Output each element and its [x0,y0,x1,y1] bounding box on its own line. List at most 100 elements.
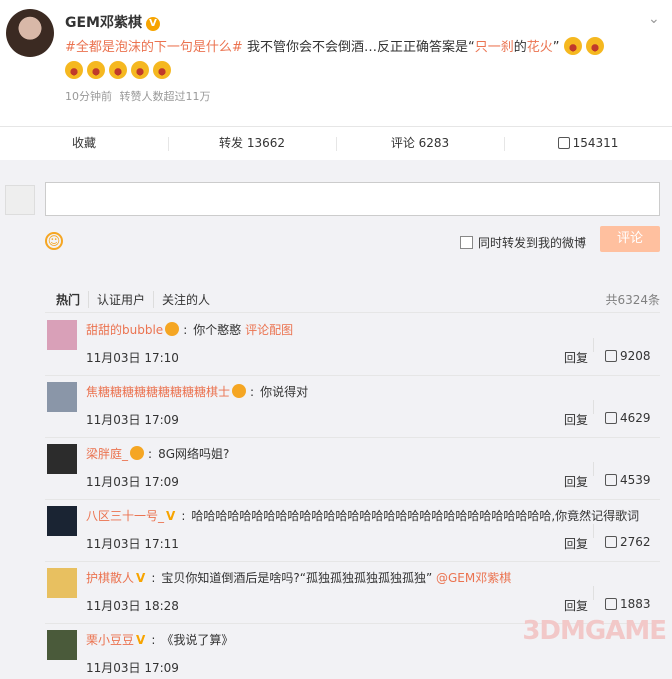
like-count: 154311 [572,136,619,150]
fan-badge-icon [232,384,247,398]
comment-text: 8G网络吗姐? [158,447,230,461]
comment-time: 11月03日 17:09 [86,661,179,675]
comment-text: 你说得对 [260,385,309,399]
vip-badge-icon: V [166,509,176,523]
comment-label: 评论 6283 [390,136,450,150]
repost-button[interactable]: 转发 13662 [168,127,336,160]
comment-like-count: 9208 [620,349,651,363]
commenter-avatar[interactable] [47,320,77,350]
reply-button[interactable]: 回复 [564,473,588,490]
commenter-name[interactable]: 八区三十一号_ [86,509,164,523]
comment-like-count: 4629 [620,411,651,425]
comment-image-link[interactable]: 评论配图 [245,323,293,337]
comment-item: 梁胖庭_:8G网络吗姐? 11月03日 17:09 回复 4539 [45,438,660,500]
repost-note: 转赞人数超过11万 [119,90,211,103]
comment-like-count: 1883 [620,597,651,611]
smiley-icon[interactable]: ☺ [45,232,63,250]
comment-item: 护棋散人 V: 宝贝你知道倒酒后是啥吗?“孤独孤独孤独孤独孤独” @GEM邓紫棋 1… [45,562,660,624]
tab-hot[interactable]: 热门 [56,291,90,308]
comment-line: 护棋散人 V: 宝贝你知道倒酒后是啥吗?“孤独孤独孤独孤独孤独” @GEM邓紫棋 [86,571,512,585]
tab-following[interactable]: 关注的人 [162,291,218,308]
comment-line: 焦糖糖糖糖糖糖糖糖糖棋士: 你说得对 [86,384,309,399]
thumbs-up-icon [557,137,570,149]
commenter-name[interactable]: 梁胖庭_ [86,447,128,461]
post-text-quote-open: “ [467,40,475,55]
commenter-name[interactable]: 甜甜的bubble [86,323,163,337]
comment-item: 焦糖糖糖糖糖糖糖糖糖棋士: 你说得对 11月03日 17:09 回复 4629 [45,376,660,438]
weibo-post: GEM邓紫棋 V ⌄ #全都是泡沫的下一句是什么# 我不管你会不会倒酒…反正正确答… [0,0,672,126]
fan-badge-icon [130,446,145,460]
author-name-text[interactable]: GEM邓紫棋 [65,15,142,31]
reply-button[interactable]: 回复 [564,597,588,614]
commenter-name[interactable]: 护棋散人 [86,571,134,585]
comment-like-count: 4539 [620,473,651,487]
post-text-highlight-2: 花火 [526,40,553,55]
comment-time: 11月03日 17:09 [86,475,179,489]
chevron-down-icon[interactable]: ⌄ [648,12,664,28]
vip-badge-icon: V [136,633,146,647]
comment-text: 你个憨憨 [193,323,242,337]
reply-button[interactable]: 回复 [564,535,588,552]
comment-like-button[interactable]: 4629 [593,400,651,425]
comment-time: 11月03日 17:10 [86,351,179,365]
comment-time: 11月03日 17:09 [86,413,179,427]
commenter-avatar[interactable] [47,444,77,474]
divider [45,312,660,313]
comment-text: 宝贝你知道倒酒后是啥吗?“孤独孤独孤独孤独孤独” [161,571,433,585]
vip-badge-icon: V [136,571,146,585]
laughing-emoji-icon [585,37,604,55]
thumbs-up-icon [605,536,617,548]
tab-verified[interactable]: 认证用户 [97,291,155,308]
forward-checkbox[interactable]: 同时转发到我的微博 [460,234,586,251]
commenter-avatar[interactable] [47,382,77,412]
reply-button[interactable]: 回复 [564,349,588,366]
commenter-avatar[interactable] [47,630,77,660]
commenter-name[interactable]: 栗小豆豆 [86,633,134,647]
checkbox-box[interactable] [460,236,473,249]
laughing-emoji-icon [153,61,171,79]
commenter-avatar[interactable] [47,506,77,536]
laughing-emoji-icon [131,61,149,79]
commenter-name[interactable]: 焦糖糖糖糖糖糖糖糖糖棋士 [86,385,230,399]
mention-link[interactable]: @GEM邓紫棋 [436,571,511,585]
author-avatar[interactable] [6,9,54,57]
comment-text: 哈哈哈哈哈哈哈哈哈哈哈哈哈哈哈哈哈哈哈哈哈哈哈哈哈哈哈哈哈哈,你竟然记得歌词 [191,509,640,523]
post-text-pre: 我不管你会不会倒酒…反正正确答案是 [246,40,468,55]
fan-badge-icon [165,322,180,336]
comment-like-button[interactable]: 4539 [593,462,651,487]
comment-text: 《我说了算》 [161,633,234,647]
submit-comment-button[interactable]: 评论 [600,226,660,252]
comment-time: 11月03日 18:28 [86,599,179,613]
comment-line: 八区三十一号_ V: 哈哈哈哈哈哈哈哈哈哈哈哈哈哈哈哈哈哈哈哈哈哈哈哈哈哈哈哈哈哈,… [86,509,640,523]
post-text-mid: 的 [513,40,527,55]
post-text-highlight-1: 只一刹 [474,40,514,55]
topic-link[interactable]: #全都是泡沫的下一句是什么# [65,40,243,55]
action-bar: 收藏 转发 13662 评论 6283 154311 [0,126,672,160]
like-button[interactable]: 154311 [504,127,672,160]
comment-tabs: 热门 认证用户 关注的人 [56,291,226,308]
thumbs-up-icon [605,412,617,424]
post-text-quote-close: ” [552,40,560,55]
comment-total: 共6324条 [605,293,660,307]
favorite-button[interactable]: 收藏 [0,127,168,160]
comment-input[interactable] [45,182,660,216]
comment-line: 栗小豆豆 V: 《我说了算》 [86,633,234,647]
author-name[interactable]: GEM邓紫棋 V [65,12,160,32]
comment-time: 11月03日 17:11 [86,537,179,551]
reply-button[interactable]: 回复 [564,411,588,428]
comment-item: 八区三十一号_ V: 哈哈哈哈哈哈哈哈哈哈哈哈哈哈哈哈哈哈哈哈哈哈哈哈哈哈哈哈哈哈,… [45,500,660,562]
comment-button[interactable]: 评论 6283 [336,127,504,160]
comment-section: ☺ 同时转发到我的微博 评论 热门 认证用户 关注的人 共6324条 甜甜的bu… [0,160,672,679]
repost-label: 转发 13662 [219,136,285,150]
laughing-emoji-icon [87,61,105,79]
comment-line: 梁胖庭_:8G网络吗姐? [86,446,230,461]
my-avatar[interactable] [5,185,35,215]
comment-like-button[interactable]: 2762 [593,524,651,549]
comment-like-button[interactable]: 1883 [593,586,651,611]
thumbs-up-icon [605,598,617,610]
comment-like-button[interactable]: 9208 [593,338,651,363]
commenter-avatar[interactable] [47,568,77,598]
post-time[interactable]: 10分钟前 [65,90,112,103]
post-meta: 10分钟前 转赞人数超过11万 [65,88,211,104]
comment-like-count: 2762 [620,535,651,549]
